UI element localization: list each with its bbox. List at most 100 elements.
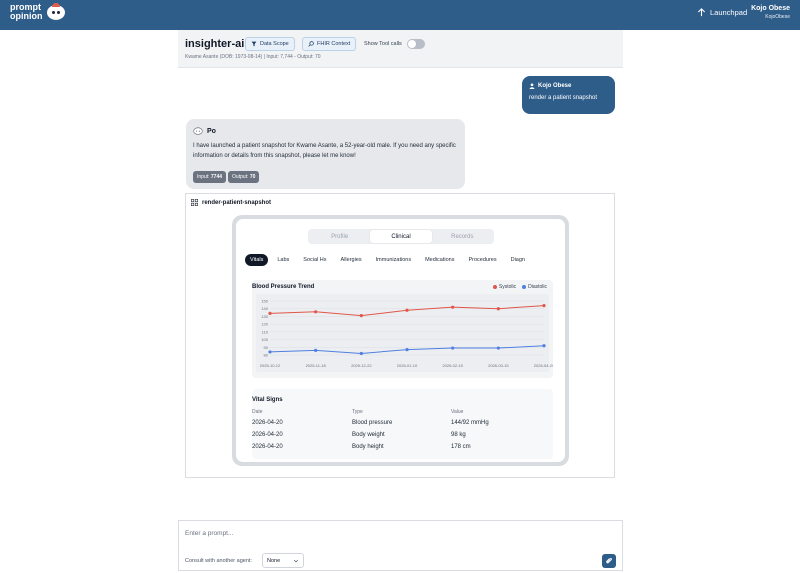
tool-calls-toggle[interactable] — [407, 39, 425, 49]
systolic-point — [359, 314, 363, 318]
arrow-up-icon — [697, 8, 706, 17]
data-scope-button[interactable]: Data Scope — [245, 37, 295, 51]
patient-snapshot-screen: Profile Clinical Records Vitals Labs Soc… — [236, 219, 565, 462]
diastolic-point — [359, 351, 363, 356]
input-token-label: Input: — [197, 174, 210, 180]
tab-allergies[interactable]: Allergies — [336, 254, 367, 266]
vital-row-3-date: 2026-04-20 — [252, 444, 283, 450]
vital-row-1-type: Blood pressure — [352, 420, 393, 426]
user-name: Kojo Obese — [751, 5, 790, 12]
tab-medications[interactable]: Medications — [420, 254, 459, 266]
attach-button[interactable] — [602, 554, 616, 568]
consult-agent-select[interactable]: None — [262, 553, 304, 568]
user-handle: KojoObese — [765, 14, 790, 20]
segment-clinical[interactable]: Clinical — [370, 230, 432, 243]
agent-header: insighter-ai Data Scope FHIR Context Sho… — [178, 30, 623, 68]
logo[interactable]: prompt opinion — [10, 3, 67, 21]
y-tick-label: 100 — [261, 337, 268, 342]
y-tick-label: 110 — [262, 329, 269, 334]
tool-calls-label: Show Tool calls — [364, 41, 402, 47]
tab-procedures[interactable]: Procedures — [463, 254, 501, 266]
output-token-value: 70 — [249, 174, 256, 180]
diastolic-point — [542, 344, 546, 348]
systolic-point — [542, 304, 546, 308]
agent-message-text: I have launched a patient snapshot for K… — [193, 143, 456, 159]
output-token-label: Output: — [232, 174, 249, 180]
data-scope-label: Data Scope — [260, 41, 289, 47]
top-bar: prompt opinion Launchpad Kojo Obese Kojo… — [0, 0, 800, 30]
segment-profile[interactable]: Profile — [309, 230, 370, 243]
filter-icon — [251, 41, 257, 47]
diastolic-point — [405, 348, 409, 352]
vital-row-2-date: 2026-04-20 — [252, 432, 283, 438]
y-tick-label: 80 — [264, 353, 269, 358]
vital-row-1-date: 2026-04-20 — [252, 420, 283, 426]
vital-row-2-value: 98 kg — [451, 432, 466, 438]
systolic-point — [496, 307, 500, 311]
y-tick-label: 140 — [261, 306, 268, 311]
search-icon — [308, 41, 314, 47]
fhir-context-button[interactable]: FHIR Context — [302, 37, 357, 51]
diastolic-point — [314, 348, 318, 352]
prompt-composer: Consult with another agent: None — [178, 520, 623, 571]
consult-label: Consult with another agent: — [185, 558, 252, 564]
user-menu[interactable]: Kojo Obese KojoObese — [751, 5, 790, 20]
chart-plot-area — [256, 294, 549, 372]
y-tick-label: 150 — [261, 299, 268, 304]
tab-vitals[interactable]: Vitals — [245, 254, 269, 266]
systolic-point — [405, 308, 409, 312]
launchpad-label: Launchpad — [710, 8, 748, 17]
paperclip-icon — [606, 557, 612, 564]
user-message-author: Kojo Obese — [538, 83, 572, 89]
user-message-text: render a patient snapshot — [529, 95, 598, 101]
vital-row-3-value: 178 cm — [451, 444, 471, 450]
y-tick-label: 130 — [261, 314, 268, 319]
chevron-down-icon — [293, 559, 299, 562]
tab-diagnoses[interactable]: Diagn — [506, 254, 530, 266]
output-token-badge: Output: 70 — [228, 171, 260, 183]
grid-icon — [191, 199, 198, 206]
systolic-point — [268, 311, 272, 315]
bp-line-chart: 80 90 100 110 120 130 140 150 2025-10-12 2025-11-… — [256, 294, 553, 372]
tab-labs[interactable]: Labs — [272, 254, 294, 266]
col-header-date: Date — [252, 409, 263, 415]
x-tick-label: 2026-01-10 — [397, 363, 418, 368]
x-tick-label: 2025-11-18 — [306, 363, 327, 368]
vital-row-1-value: 144/92 mmHg — [451, 420, 489, 426]
launchpad-button[interactable]: Launchpad — [697, 8, 747, 17]
fhir-context-label: FHIR Context — [317, 41, 351, 47]
user-message: Kojo Obese render a patient snapshot — [522, 76, 615, 114]
vital-signs-title: Vital Signs — [252, 397, 283, 403]
tab-social-hx[interactable]: Social Hx — [298, 254, 331, 266]
tool-title: render-patient-snapshot — [202, 199, 272, 206]
vital-signs-card: Vital Signs Date Type Value 2026-04-20 B… — [252, 389, 553, 459]
agent-message: Po I have launched a patient snapshot fo… — [186, 119, 465, 189]
systolic-point — [314, 310, 318, 314]
systolic-point — [451, 305, 455, 309]
user-icon — [529, 83, 535, 89]
x-tick-label: 2026-04-20 — [534, 363, 553, 368]
prompt-input[interactable] — [185, 527, 615, 539]
clinical-tabs: Vitals Labs Social Hx Allergies Immuniza… — [245, 254, 555, 268]
col-header-value: Value — [451, 409, 464, 415]
diastolic-point — [451, 346, 455, 350]
col-header-type: Type — [352, 409, 363, 415]
tab-immunizations[interactable]: Immunizations — [371, 254, 416, 266]
consult-agent-value: None — [267, 557, 281, 564]
y-tick-label: 120 — [261, 322, 268, 327]
x-tick-label: 2026-02-15 — [442, 363, 463, 368]
toggle-knob — [408, 40, 416, 48]
segment-control: Profile Clinical Records — [308, 229, 494, 244]
segment-records[interactable]: Records — [432, 230, 493, 243]
patient-usage-info: Kwame Asante (DOB: 1973-08-14) | Input: … — [185, 54, 321, 60]
chat-bubble-icon — [193, 127, 203, 135]
x-tick-label: 2025-12-22 — [351, 363, 372, 368]
input-token-value: 7744 — [210, 174, 223, 180]
vital-row-3-type: Body height — [352, 444, 384, 450]
logo-mascot-icon — [46, 3, 67, 21]
x-tick-label: 2025-10-12 — [260, 363, 281, 368]
diastolic-point — [268, 350, 272, 354]
diastolic-point — [496, 346, 500, 350]
vital-row-2-type: Body weight — [352, 432, 385, 438]
y-tick-label: 90 — [264, 345, 269, 350]
